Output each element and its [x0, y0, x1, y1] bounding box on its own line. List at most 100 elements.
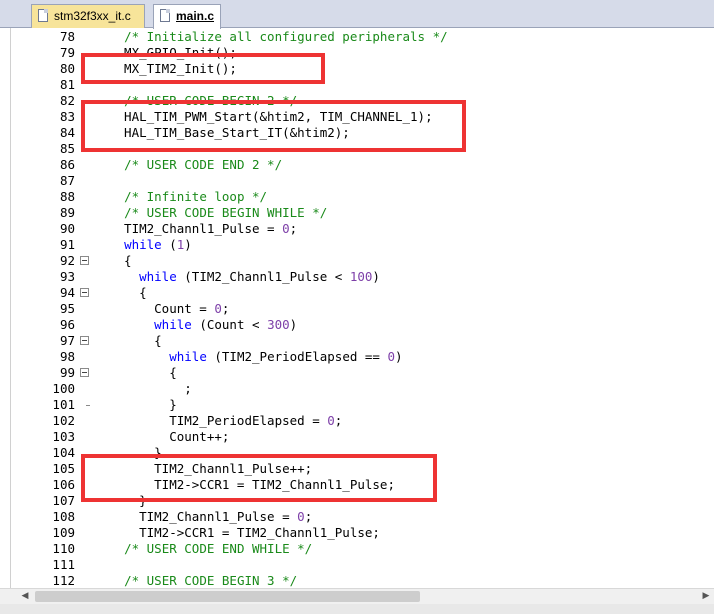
code-line[interactable]: 94 {	[0, 285, 714, 301]
line-number: 95	[59, 301, 75, 316]
code-token: ;	[109, 381, 192, 396]
code-token: TIM2->CCR1 = TIM2_Channl1_Pulse;	[109, 525, 380, 540]
code-line[interactable]: 108 TIM2_Channl1_Pulse = 0;	[0, 509, 714, 525]
line-number: 92	[59, 253, 75, 268]
line-number: 98	[59, 349, 75, 364]
code-token: {	[109, 333, 162, 348]
code-line[interactable]: 87	[0, 173, 714, 189]
code-text: {	[109, 285, 147, 301]
code-text: {	[109, 333, 162, 349]
code-line[interactable]: 101 }	[0, 397, 714, 413]
tab-main-c[interactable]: main.c	[153, 4, 221, 29]
code-token: 100	[349, 269, 373, 284]
code-line[interactable]: 96 while (Count < 300)	[0, 317, 714, 333]
code-token: /* USER CODE END WHILE */	[124, 541, 313, 556]
tab-stm32f3xx-it-c[interactable]: stm32f3xx_it.c	[31, 4, 145, 28]
fold-collapse-icon[interactable]	[80, 288, 89, 297]
line-number: 85	[59, 141, 75, 156]
code-token: {	[109, 365, 177, 380]
fold-collapse-icon[interactable]	[80, 336, 89, 345]
code-line[interactable]: 78 /* Initialize all configured peripher…	[0, 29, 714, 45]
code-line[interactable]: 88 /* Infinite loop */	[0, 189, 714, 205]
code-text: }	[109, 397, 177, 413]
code-line[interactable]: 100 ;	[0, 381, 714, 397]
code-token: /* Initialize all configured peripherals…	[124, 29, 448, 44]
code-line[interactable]: 90 TIM2_Channl1_Pulse = 0;	[0, 221, 714, 237]
code-token: 0	[282, 221, 290, 236]
line-number: 100	[52, 381, 75, 396]
line-number: 94	[59, 285, 75, 300]
code-line[interactable]: 86 /* USER CODE END 2 */	[0, 157, 714, 173]
code-text: /* USER CODE BEGIN WHILE */	[109, 205, 327, 221]
line-number: 89	[59, 205, 75, 220]
code-token: )	[289, 317, 298, 332]
line-number: 109	[52, 525, 75, 540]
line-number: 97	[59, 333, 75, 348]
scrollbar-thumb[interactable]	[35, 591, 420, 602]
highlight-box-ccr1-update	[81, 454, 437, 502]
code-token: 0	[387, 349, 396, 364]
code-editor[interactable]: 78 /* Initialize all configured peripher…	[0, 28, 714, 588]
line-number: 84	[59, 125, 75, 140]
code-text: /* USER CODE BEGIN 3 */	[109, 573, 297, 588]
fold-collapse-icon[interactable]	[80, 368, 89, 377]
tab-label: stm32f3xx_it.c	[54, 9, 131, 23]
line-number: 106	[52, 477, 75, 492]
code-token: ;	[334, 413, 343, 428]
code-token: }	[109, 397, 177, 412]
c-file-icon	[38, 9, 48, 22]
code-line[interactable]: 97 {	[0, 333, 714, 349]
line-number: 90	[59, 221, 75, 236]
code-line[interactable]: 102 TIM2_PeriodElapsed = 0;	[0, 413, 714, 429]
code-line[interactable]: 92 {	[0, 253, 714, 269]
line-number: 91	[59, 237, 75, 252]
code-text: while (1)	[109, 237, 192, 253]
code-line[interactable]: 99 {	[0, 365, 714, 381]
line-number: 110	[52, 541, 75, 556]
code-token: )	[372, 269, 380, 284]
code-token: TIM2_PeriodElapsed =	[109, 413, 328, 428]
code-line[interactable]: 111	[0, 557, 714, 573]
code-text: TIM2_PeriodElapsed = 0;	[109, 413, 342, 429]
code-token: while	[124, 237, 162, 252]
code-token: )	[395, 349, 403, 364]
code-line[interactable]: 109 TIM2->CCR1 = TIM2_Channl1_Pulse;	[0, 525, 714, 541]
line-number: 102	[52, 413, 75, 428]
highlight-box-tim2-init	[81, 53, 325, 84]
code-token: /* USER CODE BEGIN WHILE */	[124, 205, 328, 220]
fold-collapse-icon[interactable]	[80, 256, 89, 265]
code-token: 0	[297, 509, 305, 524]
line-number: 105	[52, 461, 75, 476]
code-token: {	[109, 253, 132, 268]
horizontal-scrollbar[interactable]: ◀ ▶	[0, 588, 714, 604]
code-text: {	[109, 365, 177, 381]
code-line[interactable]: 103 Count++;	[0, 429, 714, 445]
code-line[interactable]: 98 while (TIM2_PeriodElapsed == 0)	[0, 349, 714, 365]
code-token: 0	[214, 301, 222, 316]
arrow-left-icon[interactable]: ◀	[17, 589, 33, 605]
code-line[interactable]: 95 Count = 0;	[0, 301, 714, 317]
code-text: {	[109, 253, 132, 269]
line-number: 81	[59, 77, 75, 92]
code-line[interactable]: 93 while (TIM2_Channl1_Pulse < 100)	[0, 269, 714, 285]
code-token: ;	[304, 509, 313, 524]
code-line[interactable]: 91 while (1)	[0, 237, 714, 253]
line-number: 88	[59, 189, 75, 204]
code-token: )	[184, 237, 192, 252]
code-text: /* Infinite loop */	[109, 189, 267, 205]
line-number: 101	[52, 397, 75, 412]
code-line[interactable]: 112 /* USER CODE BEGIN 3 */	[0, 573, 714, 588]
code-token: TIM2_Channl1_Pulse =	[109, 221, 283, 236]
code-text: Count = 0;	[109, 301, 229, 317]
line-number: 107	[52, 493, 75, 508]
code-line[interactable]: 89 /* USER CODE BEGIN WHILE */	[0, 205, 714, 221]
code-token: /* USER CODE END 2 */	[124, 157, 283, 172]
highlight-box-tim-start	[81, 100, 466, 152]
arrow-right-icon[interactable]: ▶	[698, 589, 714, 605]
code-line[interactable]: 110 /* USER CODE END WHILE */	[0, 541, 714, 557]
code-token: Count =	[109, 301, 215, 316]
